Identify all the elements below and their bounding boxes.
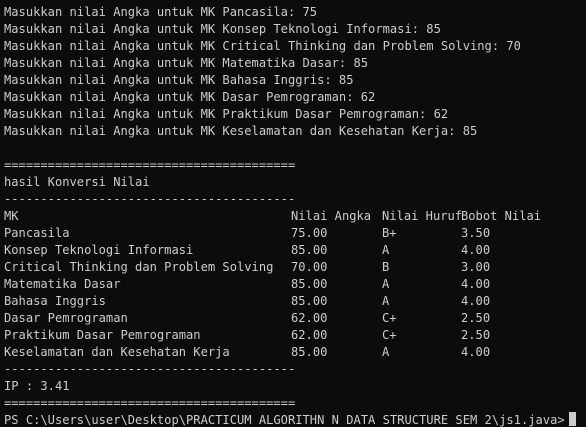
cell-bobot-nilai: 3.50 bbox=[461, 226, 491, 240]
cell-nilai-angka: 85.00 bbox=[291, 243, 328, 257]
table-row: Keselamatan dan Kesehatan Kerja 85.00 A … bbox=[4, 344, 586, 361]
separator-double: ======================================== bbox=[4, 396, 296, 410]
input-line: Masukkan nilai Angka untuk MK Matematika… bbox=[4, 56, 369, 70]
input-line: Masukkan nilai Angka untuk MK Praktikum … bbox=[4, 107, 449, 121]
text-cursor bbox=[568, 412, 576, 426]
table-header: MK Nilai Angka Nilai Huruf Bobot Nilai bbox=[4, 208, 586, 225]
cell-nilai-angka: 85.00 bbox=[291, 277, 328, 291]
input-line: Masukkan nilai Angka untuk MK Pancasila:… bbox=[4, 5, 318, 19]
cell-mk: Critical Thinking dan Problem Solving bbox=[4, 260, 274, 274]
header-bobot-nilai: Bobot Nilai bbox=[461, 209, 542, 223]
section-title: hasil Konversi Nilai bbox=[4, 175, 150, 189]
cell-bobot-nilai: 4.00 bbox=[461, 277, 491, 291]
table-row: Dasar Pemrograman 62.00 C+ 2.50 bbox=[4, 310, 586, 327]
cell-nilai-angka: 62.00 bbox=[291, 328, 328, 342]
cell-mk: Praktikum Dasar Pemrograman bbox=[4, 328, 201, 342]
cell-bobot-nilai: 2.50 bbox=[461, 311, 491, 325]
shell-prompt-line[interactable]: PS C:\Users\user\Desktop\PRACTICUM ALGOR… bbox=[4, 412, 586, 427]
table-row: Konsep Teknologi Informasi 85.00 A 4.00 bbox=[4, 242, 586, 259]
cell-nilai-angka: 85.00 bbox=[291, 345, 328, 359]
table-row: Praktikum Dasar Pemrograman 62.00 C+ 2.5… bbox=[4, 327, 586, 344]
header-nilai-angka: Nilai Angka bbox=[291, 209, 372, 223]
cell-nilai-angka: 70.00 bbox=[291, 260, 328, 274]
cell-bobot-nilai: 4.00 bbox=[461, 294, 491, 308]
header-nilai-huruf: Nilai Huruf bbox=[382, 209, 463, 223]
cell-nilai-huruf: B+ bbox=[382, 226, 397, 240]
cell-mk: Bahasa Inggris bbox=[4, 294, 106, 308]
cell-nilai-huruf: A bbox=[382, 243, 390, 257]
separator-single: ---------------------------------------- bbox=[4, 192, 296, 206]
terminal-window[interactable]: Masukkan nilai Angka untuk MK Pancasila:… bbox=[0, 0, 586, 427]
cell-nilai-huruf: A bbox=[382, 345, 390, 359]
cell-mk: Konsep Teknologi Informasi bbox=[4, 243, 194, 257]
shell-prompt: PS C:\Users\user\Desktop\PRACTICUM ALGOR… bbox=[4, 413, 565, 427]
grade-table-body: Pancasila 75.00 B+ 3.50 Konsep Teknologi… bbox=[4, 225, 586, 361]
table-row: Matematika Dasar 85.00 A 4.00 bbox=[4, 276, 586, 293]
cell-nilai-huruf: A bbox=[382, 277, 390, 291]
table-row: Bahasa Inggris 85.00 A 4.00 bbox=[4, 293, 586, 310]
cell-nilai-huruf: A bbox=[382, 294, 390, 308]
cell-nilai-huruf: C+ bbox=[382, 328, 397, 342]
input-line: Masukkan nilai Angka untuk MK Keselamata… bbox=[4, 124, 478, 138]
input-prompts: Masukkan nilai Angka untuk MK Pancasila:… bbox=[4, 4, 586, 140]
separator-single: ---------------------------------------- bbox=[4, 362, 296, 376]
cell-nilai-huruf: C+ bbox=[382, 311, 397, 325]
cell-bobot-nilai: 4.00 bbox=[461, 345, 491, 359]
cell-bobot-nilai: 2.50 bbox=[461, 328, 491, 342]
cell-bobot-nilai: 4.00 bbox=[461, 243, 491, 257]
input-line: Masukkan nilai Angka untuk MK Konsep Tek… bbox=[4, 22, 441, 36]
cell-nilai-huruf: B bbox=[382, 260, 390, 274]
cell-mk: Dasar Pemrograman bbox=[4, 311, 128, 325]
input-line: Masukkan nilai Angka untuk MK Critical T… bbox=[4, 39, 521, 53]
cell-nilai-angka: 62.00 bbox=[291, 311, 328, 325]
ip-result: IP : 3.41 bbox=[4, 379, 70, 393]
cell-mk: Matematika Dasar bbox=[4, 277, 121, 291]
cell-mk: Pancasila bbox=[4, 226, 70, 240]
cell-bobot-nilai: 3.00 bbox=[461, 260, 491, 274]
separator-double: ======================================== bbox=[4, 158, 296, 172]
cell-nilai-angka: 75.00 bbox=[291, 226, 328, 240]
table-row: Pancasila 75.00 B+ 3.50 bbox=[4, 225, 586, 242]
header-mk: MK bbox=[4, 209, 19, 223]
input-line: Masukkan nilai Angka untuk MK Bahasa Ing… bbox=[4, 73, 354, 87]
table-row: Critical Thinking dan Problem Solving 70… bbox=[4, 259, 586, 276]
input-line: Masukkan nilai Angka untuk MK Dasar Pemr… bbox=[4, 90, 376, 104]
cell-mk: Keselamatan dan Kesehatan Kerja bbox=[4, 345, 230, 359]
cell-nilai-angka: 85.00 bbox=[291, 294, 328, 308]
